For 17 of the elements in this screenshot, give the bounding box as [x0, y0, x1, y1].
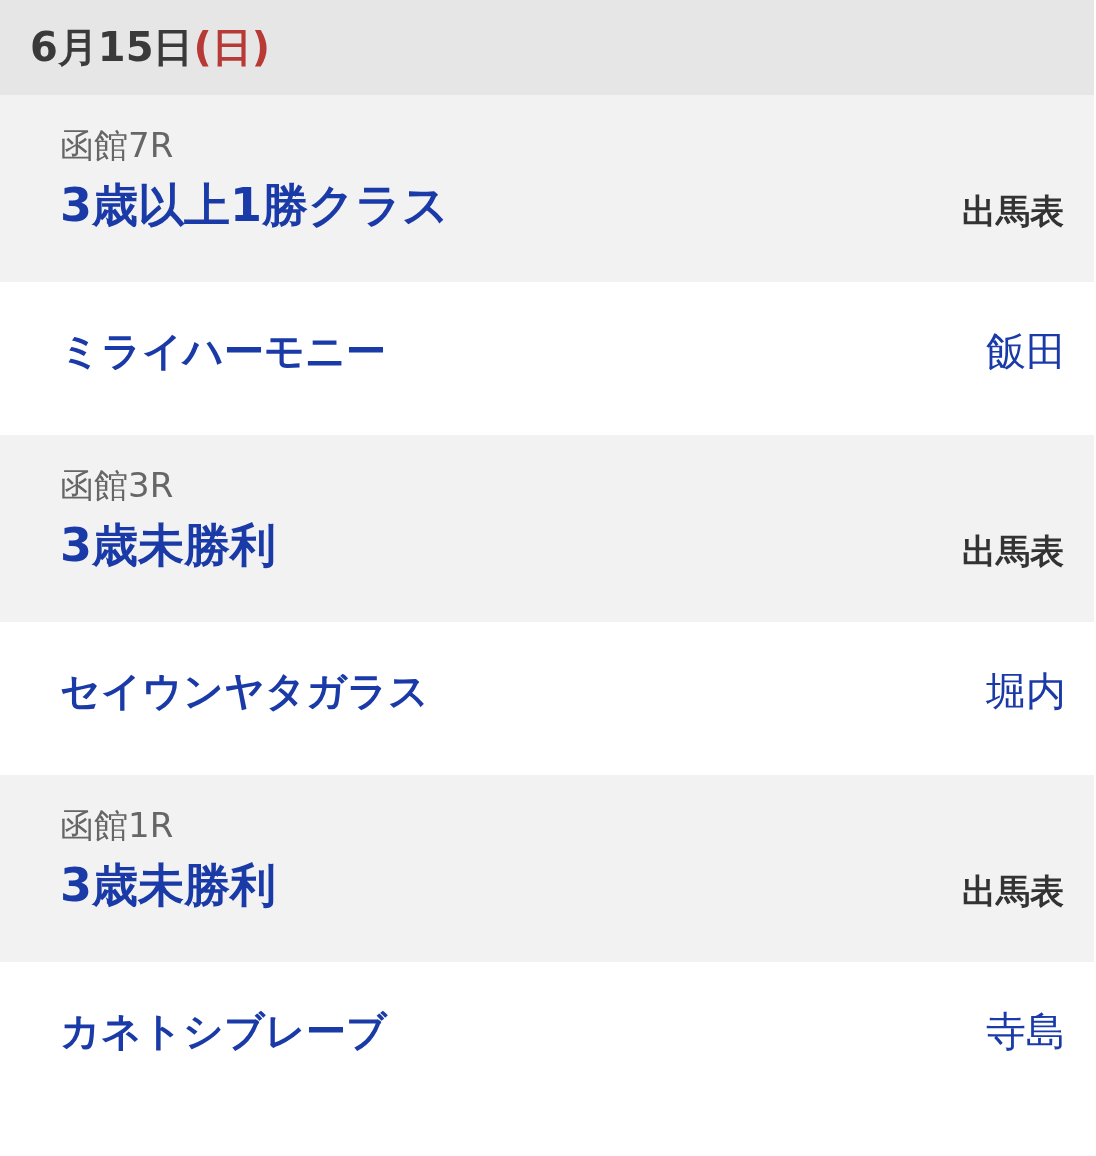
entry-list-link[interactable]: 出馬表 — [962, 529, 1064, 577]
horse-name-link[interactable]: カネトシブレーブ — [60, 1004, 387, 1059]
venue-race-label: 函館7R — [60, 124, 174, 167]
jockey-link[interactable]: 堀内 — [986, 664, 1066, 719]
jockey-link[interactable]: 飯田 — [986, 324, 1066, 379]
entry-list-link[interactable]: 出馬表 — [962, 189, 1064, 237]
jockey-link[interactable]: 寺島 — [986, 1004, 1066, 1059]
horse-name-link[interactable]: ミライハーモニー — [60, 324, 386, 379]
race-name-link[interactable]: 3歳未勝利 — [60, 515, 276, 577]
race-name-link[interactable]: 3歳未勝利 — [60, 855, 276, 917]
race-name-link[interactable]: 3歳以上1勝クラス — [60, 175, 449, 237]
venue-race-label: 函館3R — [60, 464, 174, 507]
venue-race-label: 函館1R — [60, 804, 174, 847]
weekday-text: (日) — [193, 23, 271, 72]
entry-list-link[interactable]: 出馬表 — [962, 869, 1064, 917]
horse-name-link[interactable]: セイウンヤタガラス — [60, 664, 429, 719]
date-text: 6月15日 — [30, 23, 194, 72]
